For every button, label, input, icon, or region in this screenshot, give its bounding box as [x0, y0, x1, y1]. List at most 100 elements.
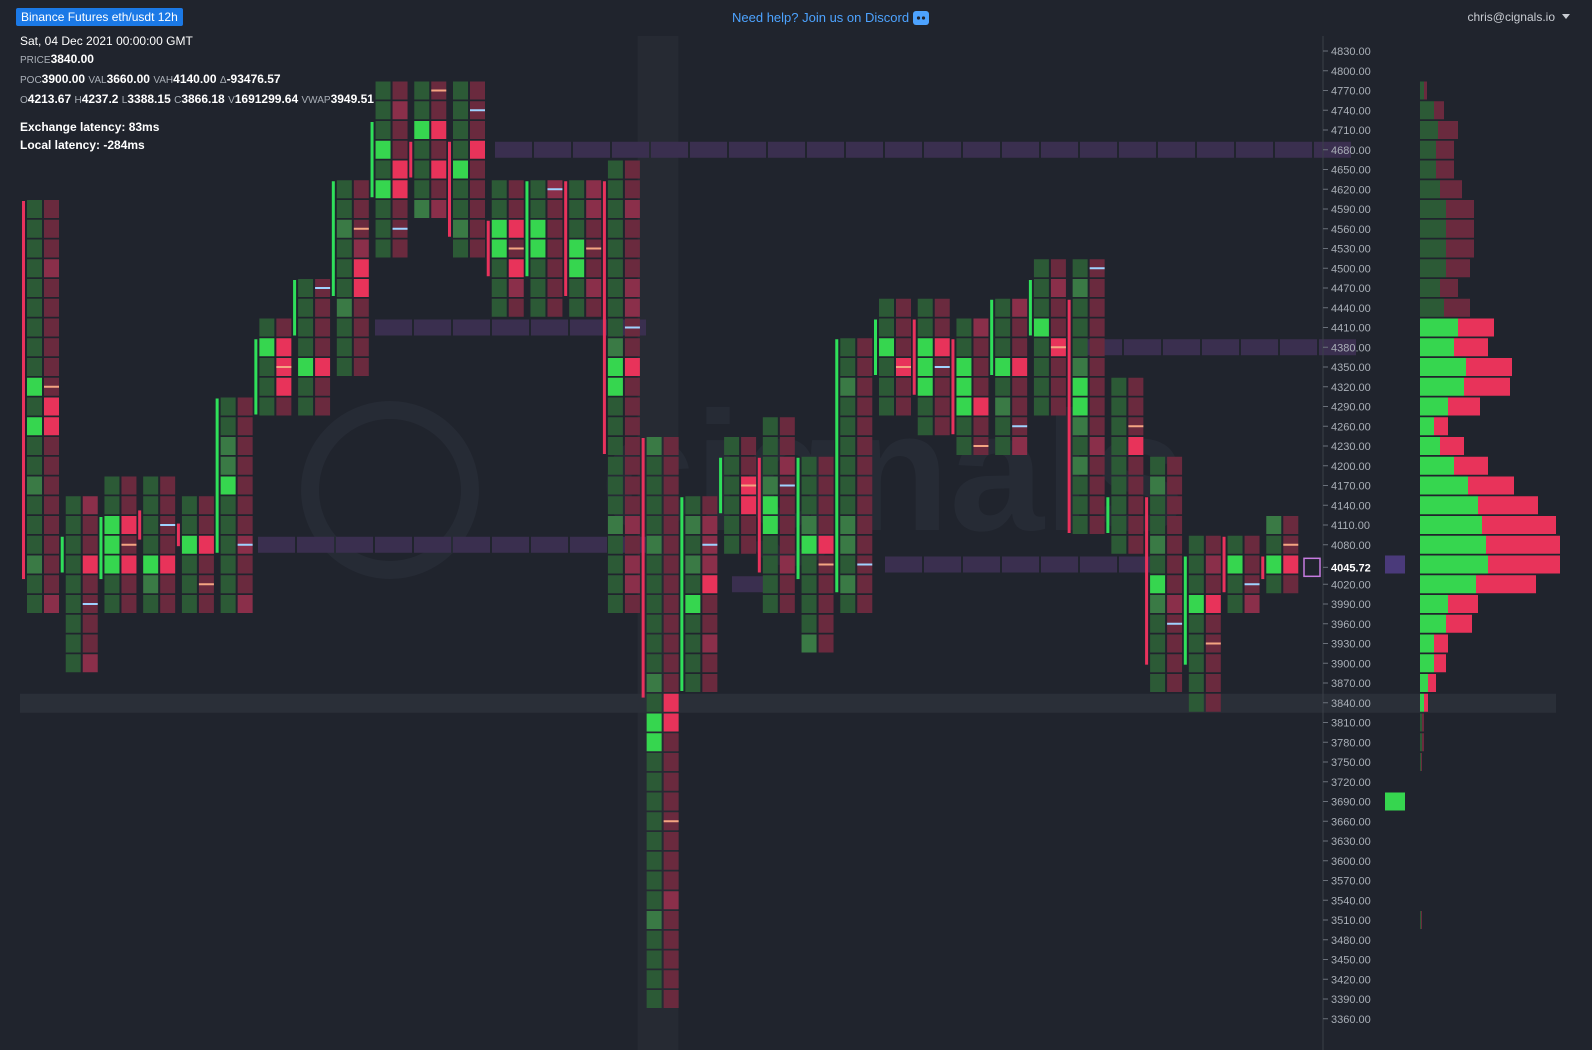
profile-ask-bar [1421, 753, 1422, 771]
bid-volume-cell [1150, 595, 1166, 613]
bid-volume-cell [491, 259, 507, 278]
bid-volume-cell [375, 239, 391, 258]
discord-icon[interactable] [913, 11, 930, 25]
naked-poc-segment [297, 536, 334, 553]
vah-value: 4140.00 [173, 72, 217, 86]
bid-volume-cell [1227, 575, 1243, 594]
candle-poc-marker [1283, 543, 1299, 546]
bid-volume-cell [646, 496, 662, 515]
ask-volume-cell [663, 555, 679, 574]
candle-poc-marker [857, 563, 873, 566]
market-badge[interactable]: Binance Futures eth/usdt 12h [16, 8, 183, 26]
ask-volume-cell [44, 298, 59, 317]
price-axis-label: 4260.00 [1331, 421, 1371, 433]
chevron-down-icon[interactable] [1562, 14, 1570, 19]
bid-volume-cell [801, 496, 817, 515]
bid-volume-cell [491, 200, 507, 218]
open-label: O [20, 95, 28, 106]
candle-poc-marker [663, 820, 679, 823]
ask-volume-cell [741, 496, 757, 515]
bid-volume-cell [27, 358, 42, 376]
volume-label: V [228, 95, 235, 106]
bid-volume-cell [1072, 417, 1088, 436]
footprint-candle [254, 318, 292, 416]
footprint-chart[interactable]: cignals4830.004800.004770.004740.004710.… [0, 0, 1592, 1050]
bid-volume-cell [220, 595, 236, 613]
bid-volume-cell [607, 377, 623, 396]
bid-volume-cell [801, 595, 817, 613]
discord-help-text[interactable]: Need help? Join us on Discord [732, 10, 909, 25]
bid-volume-cell [27, 496, 42, 515]
candle-poc-marker [237, 543, 253, 546]
profile-ask-bar [1440, 180, 1462, 199]
val-value: 3660.00 [106, 72, 150, 86]
price-axis-label: 3360.00 [1331, 1014, 1371, 1026]
price-axis-label: 4080.00 [1331, 540, 1371, 552]
bid-volume-cell [685, 555, 701, 574]
ask-volume-cell [663, 970, 679, 989]
bid-volume-cell [1033, 279, 1049, 297]
bid-volume-cell [1072, 377, 1088, 396]
price-axis-label: 4110.00 [1331, 520, 1370, 532]
ask-volume-cell [973, 377, 989, 396]
ask-volume-cell [973, 417, 989, 436]
ask-volume-cell [198, 555, 214, 574]
ask-volume-cell [1128, 437, 1144, 455]
bid-volume-cell [453, 239, 468, 258]
high-value: 4237.2 [81, 92, 119, 106]
ask-volume-cell [973, 318, 989, 337]
ask-volume-cell [663, 891, 679, 910]
bid-volume-cell [1072, 496, 1088, 515]
price-axis-label: 3840.00 [1331, 698, 1371, 710]
bid-volume-cell [646, 851, 662, 870]
bid-volume-cell [569, 219, 585, 238]
ask-volume-cell [276, 318, 292, 337]
ask-volume-cell [624, 377, 640, 396]
naked-poc-segment [375, 319, 412, 336]
bid-volume-cell [298, 298, 314, 317]
ask-volume-cell [663, 476, 679, 495]
bid-volume-cell [1150, 614, 1166, 633]
ask-volume-cell [973, 397, 989, 416]
candle-poc-marker [508, 247, 524, 250]
ask-volume-cell [82, 654, 98, 673]
ask-volume-cell [702, 674, 718, 692]
profile-bid-bar [1420, 239, 1446, 258]
ask-volume-cell [624, 200, 640, 218]
ask-volume-cell [818, 535, 834, 554]
ask-volume-cell [1089, 397, 1105, 416]
bid-volume-cell [569, 200, 585, 218]
profile-ask-bar [1434, 101, 1444, 120]
ask-volume-cell [198, 496, 214, 515]
bid-volume-cell [801, 516, 817, 534]
ask-volume-cell [237, 595, 253, 613]
ask-volume-cell [624, 239, 640, 258]
ask-volume-cell [624, 496, 640, 515]
bid-volume-cell [879, 377, 894, 396]
bid-volume-cell [1033, 298, 1049, 317]
profile-ask-bar [1444, 298, 1470, 317]
candle-body-bar [293, 280, 297, 336]
bid-volume-cell [143, 476, 159, 495]
naked-poc-segment [1202, 339, 1239, 356]
profile-bid-bar [1420, 397, 1448, 416]
user-email[interactable]: chris@cignals.io [1467, 10, 1555, 24]
ask-volume-cell [624, 358, 640, 376]
naked-poc-segment [924, 556, 961, 573]
user-menu[interactable]: chris@cignals.io [1467, 10, 1570, 24]
bid-volume-cell [646, 437, 662, 455]
bid-volume-cell [1188, 555, 1204, 574]
bid-volume-cell [1266, 516, 1282, 534]
bid-volume-cell [104, 496, 120, 515]
ask-volume-cell [1128, 377, 1144, 396]
ask-volume-cell [276, 338, 292, 357]
naked-poc-segment [531, 319, 568, 336]
bid-volume-cell [491, 298, 507, 317]
price-axis-label: 4770.00 [1331, 86, 1371, 98]
candle-poc-marker [1167, 622, 1183, 625]
bid-volume-cell [1150, 555, 1166, 574]
discord-help-link[interactable]: Need help? Join us on Discord [732, 10, 930, 25]
bid-volume-cell [1033, 318, 1049, 337]
candle-poc-marker [779, 484, 795, 487]
ask-volume-cell [663, 456, 679, 475]
